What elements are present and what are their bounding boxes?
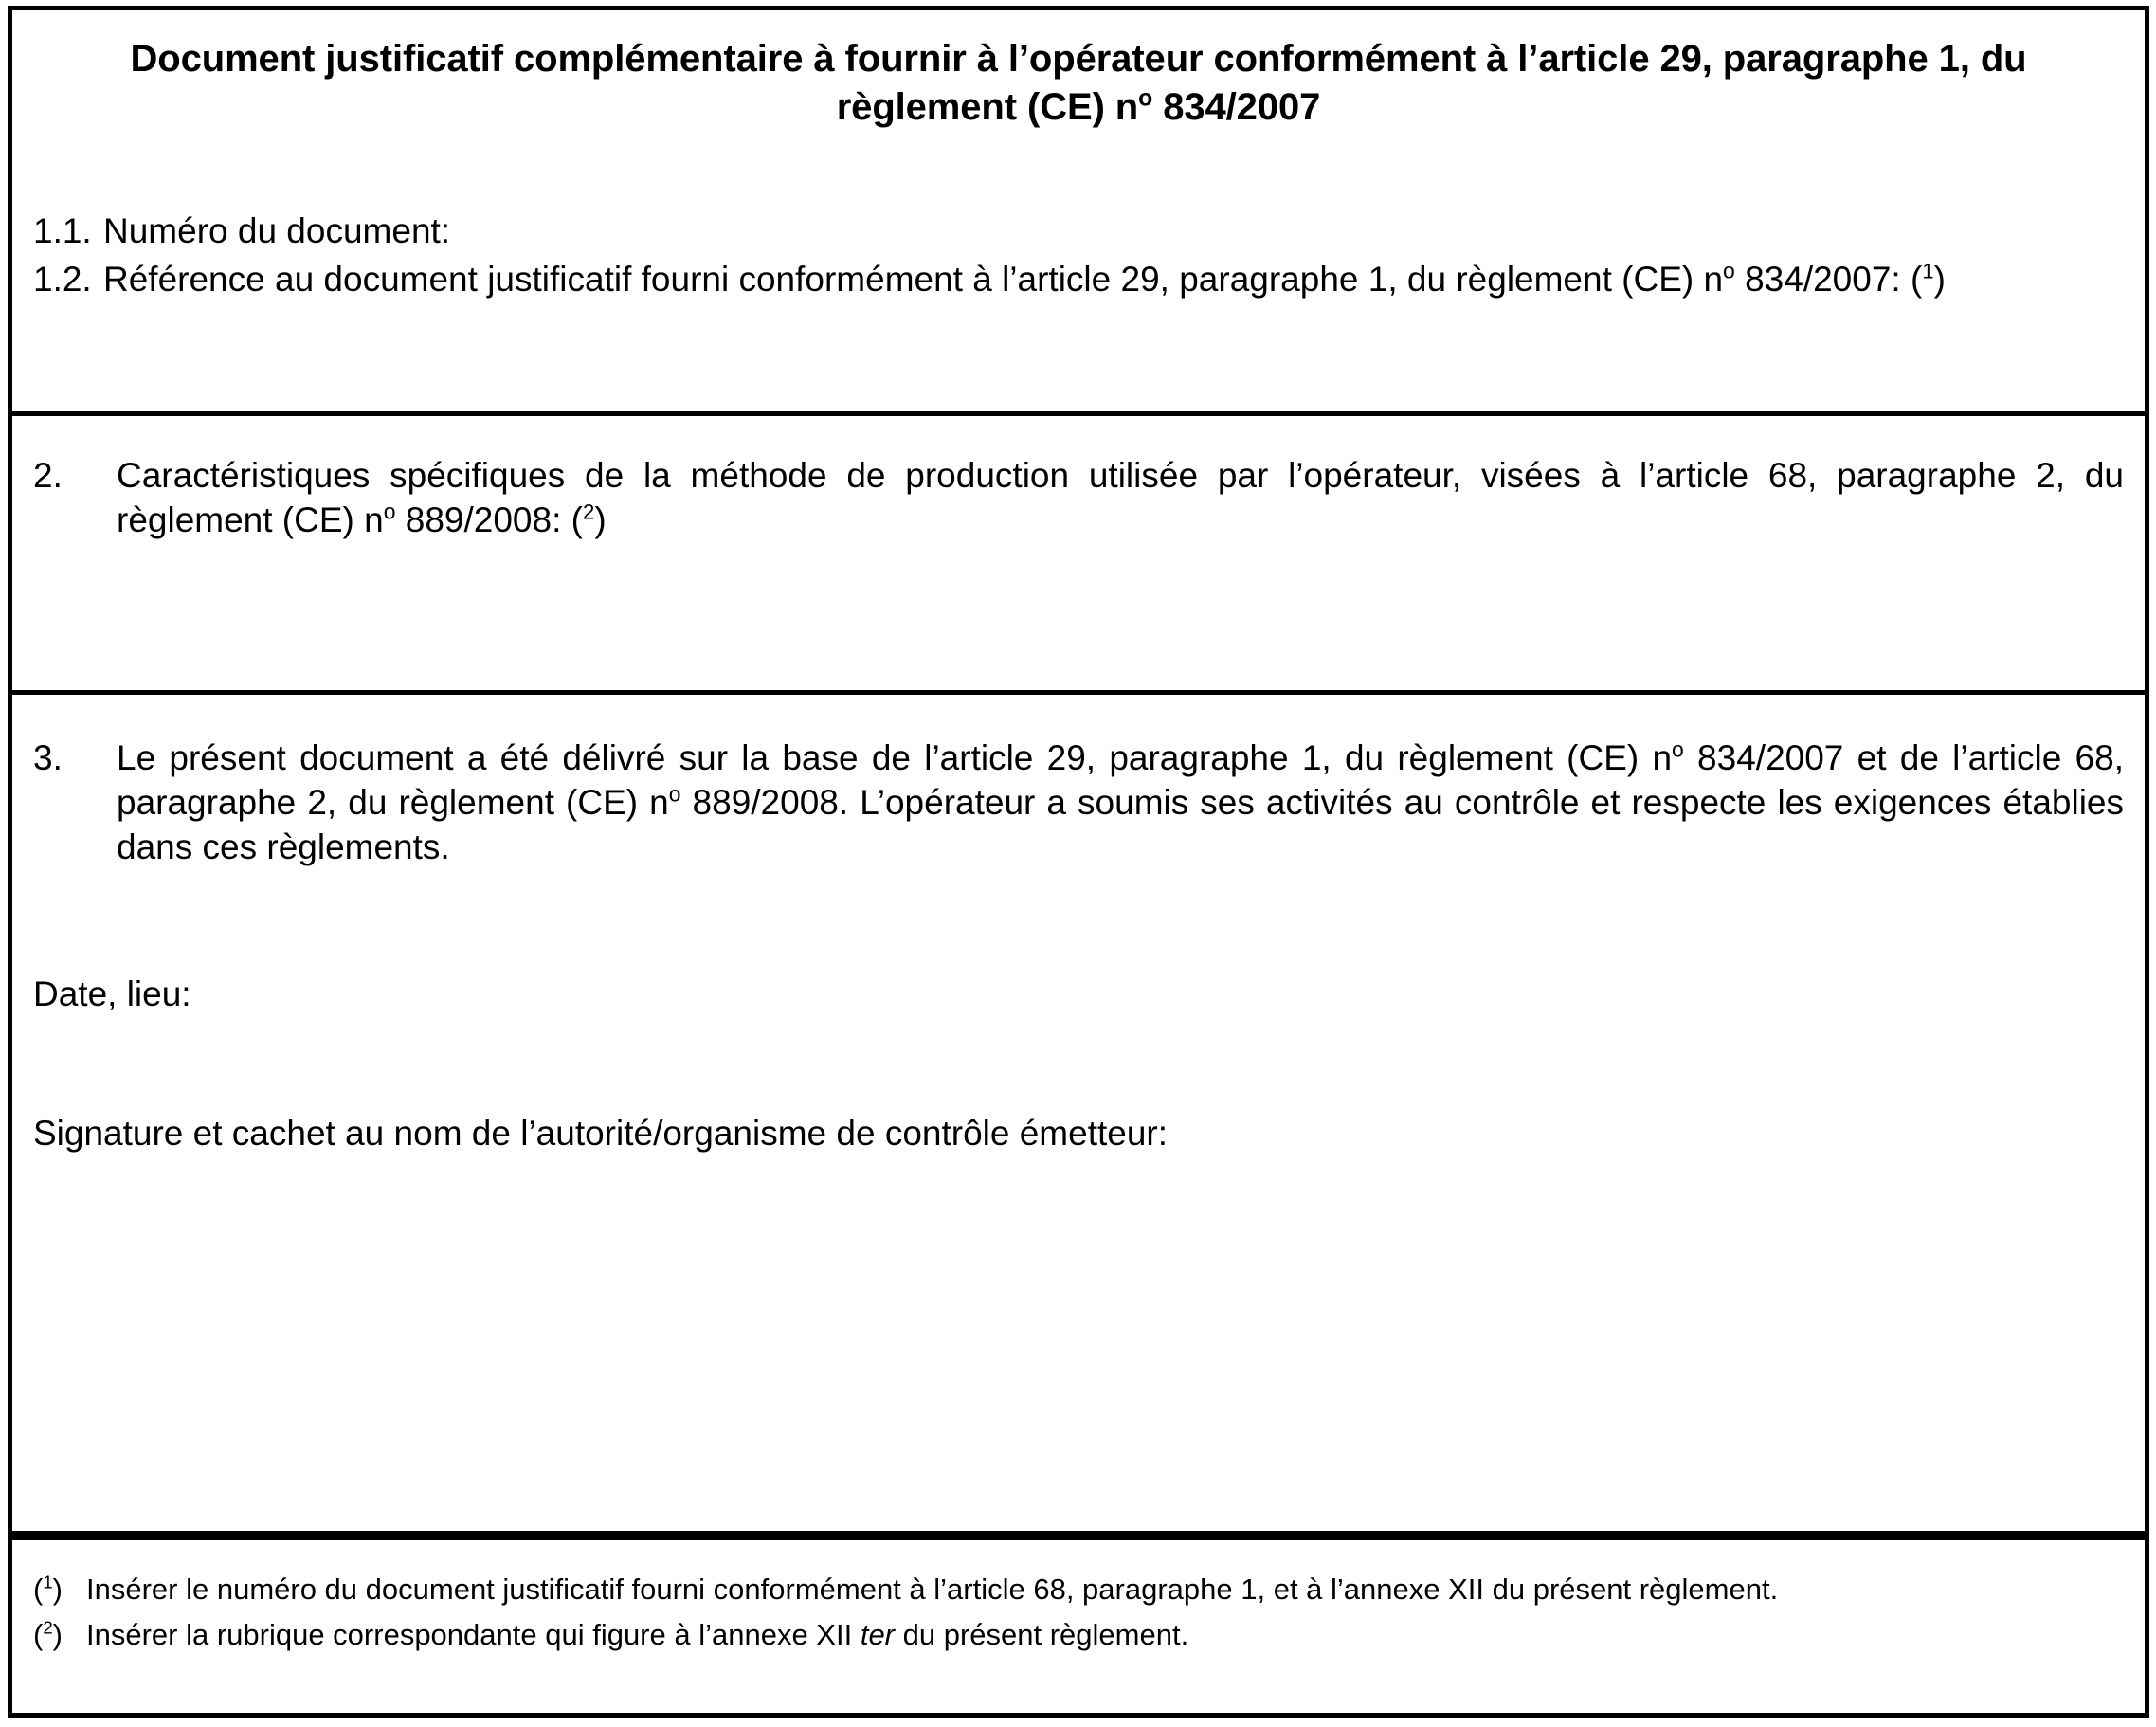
item-label-3: Le présent document a été délivré sur la… bbox=[117, 736, 2124, 870]
section-1: 1.1. Numéro du document: 1.2. Référence … bbox=[12, 209, 2145, 416]
item-number-3: 3. bbox=[33, 738, 63, 777]
item-1-2-text-part-2: 834/2007: ( bbox=[1734, 259, 1923, 299]
item-label-1-2: Référence au document justificatif fourn… bbox=[103, 258, 2124, 302]
item-1-2-text-part-3: ) bbox=[1933, 259, 1946, 299]
ordinal-indicator: o bbox=[1138, 85, 1153, 112]
section-2: 2. Caractéristiques spécifiques de la mé… bbox=[12, 416, 2145, 695]
ordinal-indicator: o bbox=[1672, 736, 1684, 762]
field-document-reference: 1.2. Référence au document justificatif … bbox=[33, 258, 2124, 302]
page-title: Document justificatif complémentaire à f… bbox=[58, 35, 2099, 132]
footnote-2-text-part-2: du présent règlement. bbox=[895, 1618, 1189, 1652]
item-label-1-1: Numéro du document: bbox=[103, 211, 451, 250]
title-line-2-post: 834/2007 bbox=[1152, 85, 1321, 128]
footnote-ref-2: 2 bbox=[582, 500, 595, 524]
title-section: Document justificatif complémentaire à f… bbox=[12, 10, 2145, 209]
footnotes-section: (1) Insérer le numéro du document justif… bbox=[12, 1536, 2145, 1655]
ordinal-indicator: o bbox=[1723, 258, 1735, 283]
field-production-method: 2. Caractéristiques spécifiques de la mé… bbox=[33, 454, 2124, 543]
title-line-2-pre: règlement (CE) n bbox=[836, 85, 1139, 128]
field-signature-stamp: Signature et cachet au nom de l’autorité… bbox=[33, 1113, 1169, 1153]
section-3-text-part-1: Le présent document a été délivré sur la… bbox=[117, 738, 1673, 777]
field-date-place: Date, lieu: bbox=[33, 973, 191, 1013]
footnote-2-text-part-1: Insérer la rubrique correspondante qui f… bbox=[86, 1618, 861, 1652]
footnote-2-text: Insérer la rubrique correspondante qui f… bbox=[86, 1616, 2124, 1654]
footnote-1: (1) Insérer le numéro du document justif… bbox=[33, 1571, 2124, 1609]
footnote-2-marker: (2) bbox=[33, 1616, 86, 1654]
item-number-2: 2. bbox=[33, 456, 63, 495]
item-number-1-1: 1.1. bbox=[33, 211, 92, 250]
section-2-text-part-2: 889/2008: ( bbox=[395, 500, 583, 539]
item-number-1-2: 1.2. bbox=[33, 259, 92, 299]
footnote-1-close-paren: ) bbox=[52, 1572, 63, 1606]
footnote-2-number: 2 bbox=[43, 1617, 53, 1638]
ordinal-indicator: o bbox=[668, 781, 681, 807]
footnote-2-close-paren: ) bbox=[52, 1618, 63, 1652]
footnote-2-italic-word: ter bbox=[860, 1618, 896, 1652]
footnote-1-number: 1 bbox=[43, 1572, 53, 1592]
section-3: 3. Le présent document a été délivré sur… bbox=[12, 695, 2145, 1536]
declaration-statement: 3. Le présent document a été délivré sur… bbox=[33, 736, 2124, 870]
form-frame: Document justificatif complémentaire à f… bbox=[8, 6, 2149, 1718]
footnote-1-open-paren: ( bbox=[33, 1572, 44, 1606]
footnote-1-text: Insérer le numéro du document justificat… bbox=[86, 1572, 1779, 1606]
footnote-1-marker: (1) bbox=[33, 1571, 86, 1609]
field-document-number: 1.1. Numéro du document: bbox=[33, 209, 2124, 254]
item-label-2: Caractéristiques spécifiques de la métho… bbox=[117, 454, 2124, 543]
document-page: Document justificatif complémentaire à f… bbox=[0, 0, 2156, 1727]
footnote-2: (2) Insérer la rubrique correspondante q… bbox=[33, 1616, 2124, 1654]
section-2-text-part-3: ) bbox=[594, 500, 607, 539]
footnote-ref-1: 1 bbox=[1922, 259, 1934, 283]
footnote-2-open-paren: ( bbox=[33, 1618, 44, 1652]
title-line-1: Document justificatif complémentaire à f… bbox=[130, 38, 2027, 80]
ordinal-indicator: o bbox=[383, 499, 396, 524]
item-1-2-text-part-1: Référence au document justificatif fourn… bbox=[103, 259, 1724, 299]
